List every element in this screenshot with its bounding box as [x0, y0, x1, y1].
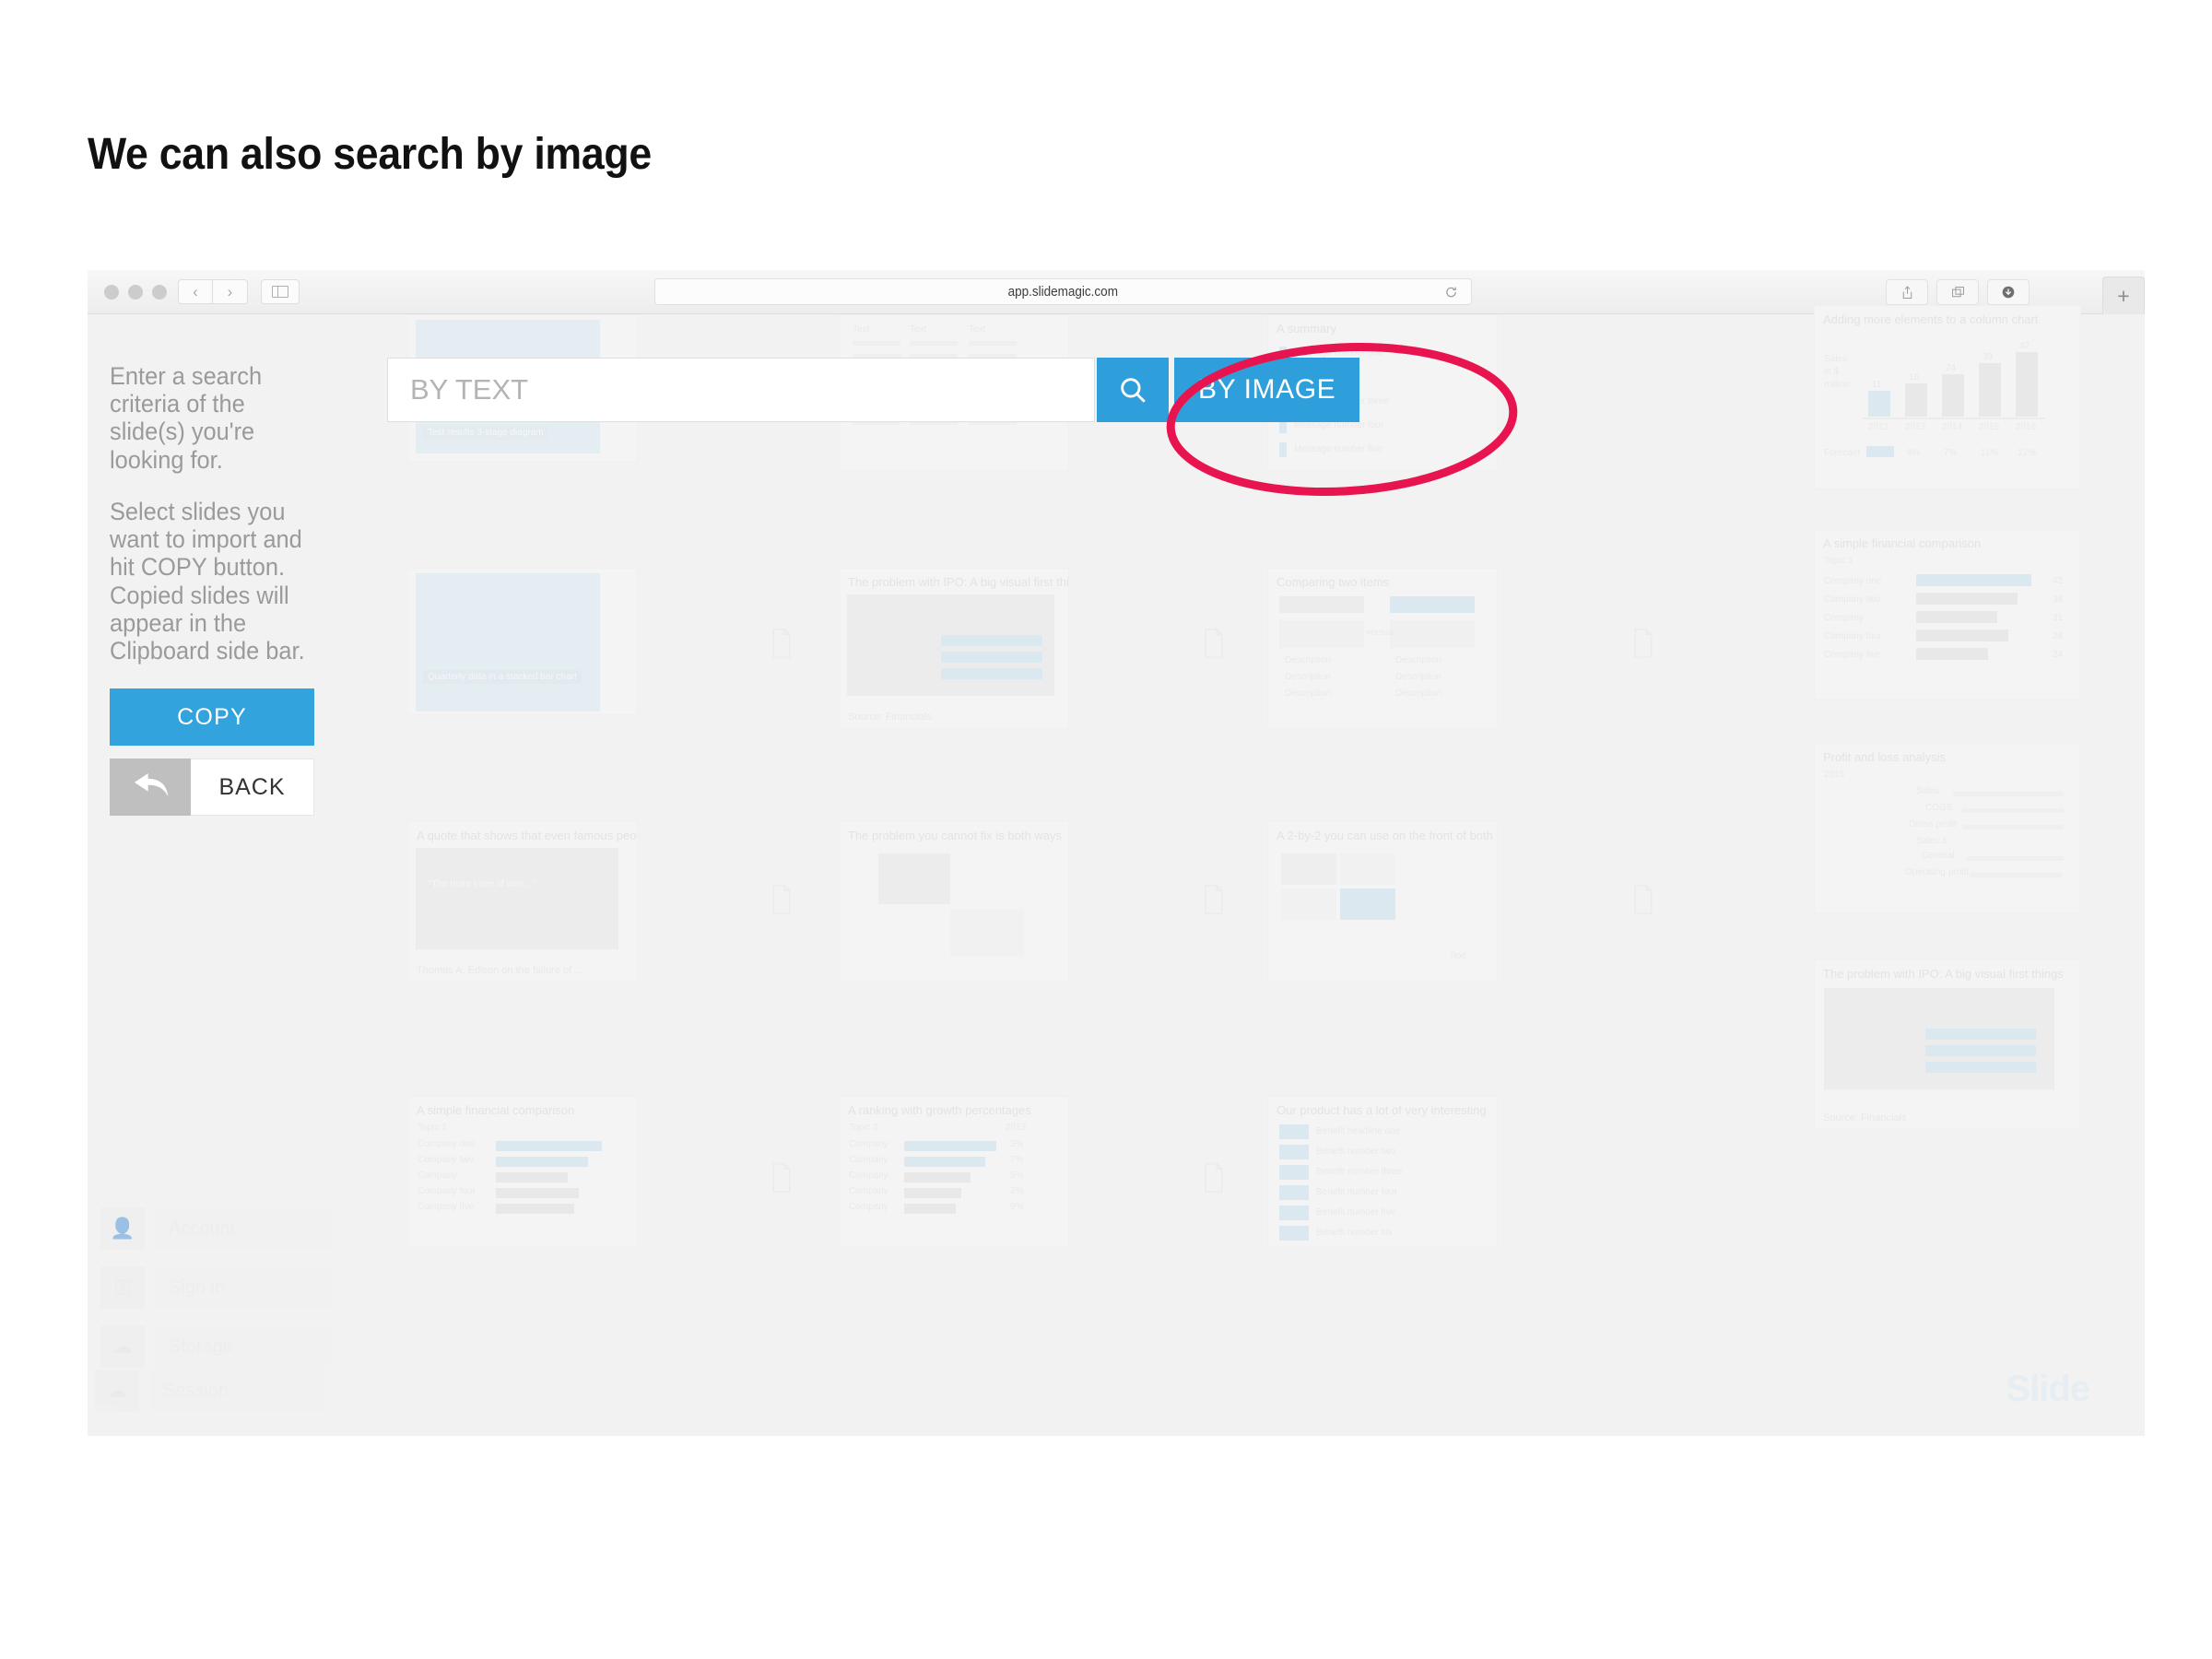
instructions-sidebar: Enter a search criteria of the slide(s) …	[88, 314, 364, 1436]
menu-item-storage[interactable]: ☁ Storage	[100, 1324, 331, 1370]
slide-thumbnail-title: A quote that shows that even famous peop…	[417, 829, 637, 842]
slide-thumbnail[interactable]: Quarterly data in a stacked bar chart	[407, 568, 638, 715]
slide-thumbnail-title: A 2-by-2 you can use on the front of bot…	[1277, 829, 1497, 842]
menu-item-account[interactable]: 👤 Account	[100, 1206, 331, 1252]
slide-thumbnail[interactable]: A quote that shows that even famous peop…	[407, 821, 638, 982]
page-placeholder-icon	[1202, 1162, 1226, 1194]
slide-thumbnail-title: Comparing two items	[1277, 575, 1390, 589]
page-placeholder-icon	[1202, 628, 1226, 659]
share-button[interactable]	[1886, 279, 1928, 305]
search-by-image-button[interactable]: BY IMAGE	[1174, 358, 1360, 422]
instruction-text-1: Enter a search criteria of the slide(s) …	[110, 362, 263, 474]
show-tabs-button[interactable]	[1936, 279, 1979, 305]
browser-tools[interactable]	[1886, 279, 2030, 305]
cloud-icon: ☁	[100, 1325, 145, 1368]
slide-thumbnail[interactable]: A 2-by-2 you can use on the front of bot…	[1267, 821, 1498, 982]
chart-bar	[2016, 352, 2038, 417]
menu-item-signin[interactable]: ⚿ Sign in	[100, 1265, 331, 1311]
slide-thumbnail[interactable]: The problem you cannot fix is both ways	[839, 821, 1069, 982]
close-window-button[interactable]	[104, 285, 119, 300]
menu-item-session[interactable]: ☁ Session	[95, 1368, 325, 1414]
slide-thumbnail-title: The problem with IPO: A big visual first…	[848, 575, 1068, 589]
search-submit-button[interactable]	[1097, 358, 1169, 422]
menu-item-session-label: Session	[150, 1370, 325, 1412]
minimize-window-button[interactable]	[128, 285, 143, 300]
chart-bar	[1905, 383, 1927, 417]
back-action-button[interactable]: BACK	[110, 759, 314, 817]
slide-thumbnail-title: A simple financial comparison	[1823, 536, 1982, 550]
downloads-button[interactable]	[1987, 279, 2030, 305]
slide-thumbnail[interactable]: Profit and loss analysis 2015 Sales COGS…	[1814, 743, 2081, 913]
window-traffic-lights[interactable]	[104, 285, 167, 300]
slide-thumbnail-footer: Thomas A. Edison on the failure of ...	[417, 965, 583, 976]
slide-thumbnail[interactable]: A ranking with growth percentages Topic …	[839, 1096, 1069, 1248]
user-icon: 👤	[100, 1207, 145, 1250]
chevron-left-icon: ‹	[193, 283, 198, 300]
forward-button[interactable]: ›	[213, 279, 248, 304]
slide-thumbnail[interactable]: A simple financial comparison Topic 1 Co…	[407, 1096, 638, 1248]
slidemagic-watermark: Slide	[2006, 1369, 2090, 1409]
slide-thumbnail[interactable]: Comparing two items versus Description D…	[1267, 568, 1498, 729]
page-placeholder-icon	[770, 628, 794, 659]
address-bar[interactable]: app.slidemagic.com	[654, 278, 1472, 305]
sidebar-icon	[272, 286, 288, 298]
menu-item-account-label: Account	[156, 1207, 331, 1250]
slide-thumbnail-title: Our product has a lot of very interestin…	[1277, 1103, 1487, 1117]
reload-icon[interactable]	[1444, 285, 1458, 299]
slide-thumbnail-title: Adding more elements to a column chart	[1823, 312, 2039, 326]
slide-thumbnail-title: A ranking with growth percentages	[848, 1103, 1031, 1117]
zoom-window-button[interactable]	[152, 285, 167, 300]
sidebar-toggle-button[interactable]	[261, 279, 300, 304]
page-placeholder-icon	[770, 884, 794, 915]
account-menu[interactable]: 👤 Account ⚿ Sign in ☁ Storage	[100, 1206, 331, 1382]
instruction-text-2: Select slides you want to import and hit…	[110, 497, 305, 665]
page-placeholder-icon	[770, 1162, 794, 1194]
slide-thumbnail[interactable]: A simple financial comparison Topic 1 Co…	[1814, 529, 2081, 700]
slide-thumbnail-title: A simple financial comparison	[417, 1103, 575, 1117]
copy-button[interactable]: COPY	[110, 688, 314, 747]
navigation-buttons[interactable]: ‹ ›	[178, 279, 248, 304]
slide-thumbnail[interactable]: Adding more elements to a column chart S…	[1814, 305, 2081, 489]
page-placeholder-icon	[1631, 628, 1655, 659]
chart-bar	[1979, 363, 2001, 417]
browser-window: ‹ › app.slidemagic.com + Enter a search …	[88, 270, 2145, 1436]
search-bar[interactable]: BY IMAGE	[387, 358, 1360, 422]
menu-item-signin-label: Sign in	[156, 1266, 331, 1309]
slide-thumbnail-title: Profit and loss analysis	[1823, 750, 1946, 764]
slide-thumbnail-title: The problem with IPO: A big visual first…	[1823, 967, 2064, 981]
search-icon	[1121, 378, 1146, 403]
chart-bar	[1942, 374, 1964, 417]
new-tab-button[interactable]: +	[2102, 276, 2145, 314]
app-body: Enter a search criteria of the slide(s) …	[88, 305, 2145, 1436]
share-icon	[1902, 285, 1912, 299]
slide-thumbnail[interactable]: The problem with IPO: A big visual first…	[839, 568, 1069, 729]
search-input[interactable]	[387, 358, 1095, 422]
slide-thumbnail[interactable]: The problem with IPO: A big visual first…	[1814, 959, 2081, 1130]
chart-bar	[1868, 391, 1890, 417]
key-icon: ⚿	[100, 1266, 145, 1309]
menu-item-storage-label: Storage	[156, 1325, 331, 1368]
chevron-right-icon: ›	[227, 283, 233, 300]
back-button[interactable]: ‹	[178, 279, 213, 304]
page-placeholder-icon	[1202, 884, 1226, 915]
slide-thumbnail-footer: Source: Financials	[1823, 1112, 1907, 1124]
page-title: We can also search by image	[88, 130, 652, 179]
slide-thumbnail-title: The problem you cannot fix is both ways	[848, 829, 1062, 842]
undo-arrow-icon	[110, 759, 191, 817]
slide-thumbnail[interactable]: Our product has a lot of very interestin…	[1267, 1096, 1498, 1248]
cloud-icon: ☁	[95, 1370, 139, 1412]
tabs-icon	[1951, 286, 1964, 297]
download-icon	[2002, 286, 2015, 299]
slide-results-grid[interactable]: Test results 3-stage diagram Quarterly d…	[387, 305, 2145, 1436]
slide-thumbnail-title: A summary	[1277, 322, 1337, 335]
slide-thumbnail-footer: Source: Financials	[848, 712, 932, 723]
url-text: app.slidemagic.com	[1007, 284, 1119, 300]
page-placeholder-icon	[1631, 884, 1655, 915]
back-action-label: BACK	[191, 759, 314, 817]
